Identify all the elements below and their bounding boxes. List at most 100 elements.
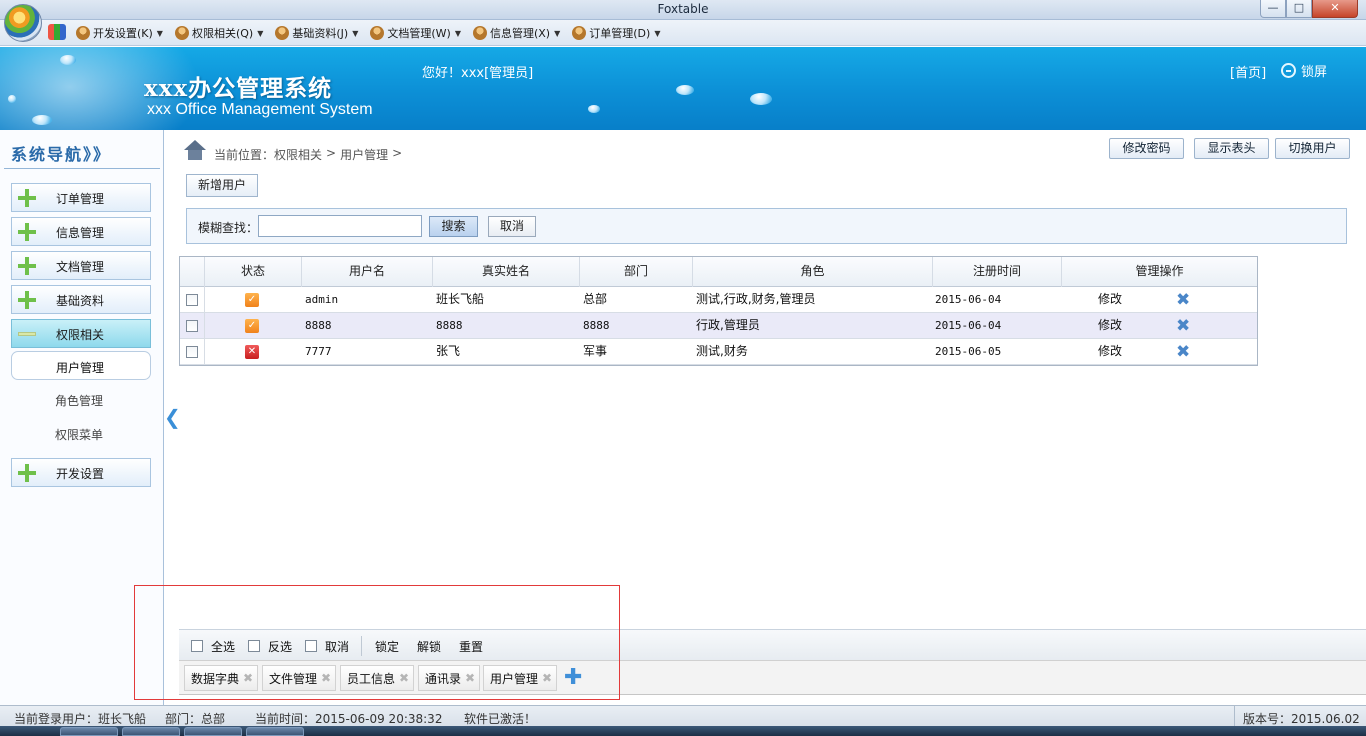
taskbar-item[interactable] xyxy=(122,727,180,736)
sidebar-item-label: 信息管理 xyxy=(56,226,105,240)
select-all-checkbox[interactable] xyxy=(191,640,203,652)
taskbar-item[interactable] xyxy=(246,727,304,736)
status-x-icon: ✕ xyxy=(245,345,259,359)
home-link[interactable]: [首页] xyxy=(1230,62,1266,81)
system-title: xxx办公管理系统 xyxy=(144,75,333,102)
status-check-icon: ✓ xyxy=(245,293,259,307)
close-tab-icon[interactable]: ✖ xyxy=(243,671,253,685)
close-tab-icon[interactable]: ✖ xyxy=(399,671,409,685)
sidebar-item-basic-data[interactable]: 基础资料 xyxy=(11,285,151,314)
status-bar: 当前登录用户：班长飞船 部门：总部 当前时间：2015-06-09 20:38:… xyxy=(0,705,1366,727)
menu-orders[interactable]: 订单管理(D) ▼ xyxy=(568,24,664,42)
show-header-button[interactable]: 显示表头 xyxy=(1194,138,1269,159)
cell-date: 2015-06-04 xyxy=(935,319,1002,332)
row-checkbox[interactable] xyxy=(186,346,198,358)
sidebar-item-permissions[interactable]: 权限相关 xyxy=(11,319,151,348)
title-bar: Foxtable — □ ✕ xyxy=(0,0,1366,20)
quick-access-icon[interactable] xyxy=(48,24,66,40)
menu-permissions[interactable]: 权限相关(Q) ▼ xyxy=(171,24,267,42)
status-activation: 软件已激活！ xyxy=(464,712,537,726)
tab-contacts[interactable]: 通讯录 ✖ xyxy=(418,665,480,691)
cancel-label[interactable]: 取消 xyxy=(325,638,349,655)
menu-dev-settings[interactable]: 开发设置(K) ▼ xyxy=(72,24,167,42)
column-header[interactable]: 注册时间 xyxy=(933,257,1062,287)
delete-x-icon[interactable]: ✖ xyxy=(1176,290,1190,310)
maximize-button[interactable]: □ xyxy=(1286,0,1312,18)
plus-icon xyxy=(18,189,36,207)
change-password-button[interactable]: 修改密码 xyxy=(1109,138,1184,159)
tab-user-management[interactable]: 用户管理 ✖ xyxy=(483,665,557,691)
sidebar-item-dev-settings[interactable]: 开发设置 xyxy=(11,458,151,487)
sidebar-item-label: 基础资料 xyxy=(56,294,105,308)
column-header[interactable]: 状态 xyxy=(205,257,302,287)
reset-button[interactable]: 重置 xyxy=(459,638,483,655)
collapse-sidebar-chevron-left-icon[interactable]: ❮ xyxy=(164,405,181,429)
menu-documents[interactable]: 文档管理(W) ▼ xyxy=(366,24,465,42)
column-header[interactable]: 用户名 xyxy=(302,257,433,287)
menu-information[interactable]: 信息管理(X) ▼ xyxy=(469,24,564,42)
edit-link[interactable]: 修改 xyxy=(1098,339,1122,365)
add-user-button[interactable]: 新增用户 xyxy=(186,174,258,197)
sidebar-subitem-permission-menu[interactable]: 权限菜单 xyxy=(11,419,151,448)
sidebar-item-label: 开发设置 xyxy=(56,467,105,481)
cell-realname: 班长飞船 xyxy=(436,292,485,306)
taskbar-item[interactable] xyxy=(184,727,242,736)
table-row[interactable]: ✓ 8888 8888 8888 行政,管理员 2015-06-04 修改 ✖ xyxy=(180,313,1257,339)
sidebar-item-documents[interactable]: 文档管理 xyxy=(11,251,151,280)
cell-roles: 测试,财务 xyxy=(696,344,748,358)
sidebar-item-orders[interactable]: 订单管理 xyxy=(11,183,151,212)
row-checkbox[interactable] xyxy=(186,294,198,306)
lock-button[interactable]: 锁定 xyxy=(375,638,399,655)
chevron-down-icon: ▼ xyxy=(554,28,561,38)
tab-bar: 数据字典 ✖ 文件管理 ✖ 员工信息 ✖ 通讯录 ✖ 用户管理 ✖ ✚ xyxy=(179,660,1366,695)
tab-file-management[interactable]: 文件管理 ✖ xyxy=(262,665,336,691)
water-drop-icon xyxy=(588,105,600,113)
search-input[interactable] xyxy=(258,215,422,237)
column-header[interactable]: 角色 xyxy=(693,257,933,287)
sidebar-subitem-role-management[interactable]: 角色管理 xyxy=(11,385,151,414)
select-all-label[interactable]: 全选 xyxy=(211,638,235,655)
edit-link[interactable]: 修改 xyxy=(1098,313,1122,339)
column-header[interactable]: 部门 xyxy=(580,257,693,287)
search-button[interactable]: 搜索 xyxy=(429,216,478,237)
user-icon xyxy=(370,26,385,40)
delete-x-icon[interactable]: ✖ xyxy=(1176,316,1190,336)
row-checkbox[interactable] xyxy=(186,320,198,332)
delete-x-icon[interactable]: ✖ xyxy=(1176,342,1190,362)
sidebar-subitem-user-management[interactable]: 用户管理 xyxy=(11,351,151,380)
add-tab-plus-icon[interactable]: ✚ xyxy=(564,666,582,690)
menu-basic-data[interactable]: 基础资料(J) ▼ xyxy=(271,24,362,42)
home-icon xyxy=(184,140,206,160)
table-row[interactable]: ✕ 7777 张飞 军事 测试,财务 2015-06-05 修改 ✖ xyxy=(180,339,1257,365)
cell-username: 7777 xyxy=(305,345,332,358)
unlock-button[interactable]: 解锁 xyxy=(417,638,441,655)
column-header[interactable]: 真实姓名 xyxy=(433,257,580,287)
user-icon xyxy=(572,26,587,40)
close-tab-icon[interactable]: ✖ xyxy=(542,671,552,685)
tab-data-dictionary[interactable]: 数据字典 ✖ xyxy=(184,665,258,691)
tab-employee-info[interactable]: 员工信息 ✖ xyxy=(340,665,414,691)
greeting-text: 您好！xxx[管理员] xyxy=(422,66,534,81)
minimize-button[interactable]: — xyxy=(1260,0,1286,18)
close-tab-icon[interactable]: ✖ xyxy=(465,671,475,685)
sidebar-item-information[interactable]: 信息管理 xyxy=(11,217,151,246)
edit-link[interactable]: 修改 xyxy=(1098,287,1122,313)
invert-label[interactable]: 反选 xyxy=(268,638,292,655)
sidebar-title: 系统导航》》 xyxy=(11,145,112,164)
table-row[interactable]: ✓ admin 班长飞船 总部 测试,行政,财务,管理员 2015-06-04 … xyxy=(180,287,1257,313)
switch-user-button[interactable]: 切换用户 xyxy=(1275,138,1350,159)
system-subtitle: xxx Office Management System xyxy=(147,101,373,118)
cancel-search-button[interactable]: 取消 xyxy=(488,216,536,237)
chevron-down-icon: ▼ xyxy=(352,28,359,38)
table-header: 状态 用户名 真实姓名 部门 角色 注册时间 管理操作 xyxy=(180,257,1257,287)
column-header[interactable]: 管理操作 xyxy=(1062,257,1257,287)
invert-checkbox[interactable] xyxy=(248,640,260,652)
app-menu-orb-icon[interactable] xyxy=(4,4,42,42)
taskbar-item[interactable] xyxy=(60,727,118,736)
lock-screen-button[interactable]: 锁屏 xyxy=(1281,61,1327,80)
close-button[interactable]: ✕ xyxy=(1312,0,1358,18)
water-drop-icon xyxy=(8,95,16,103)
cancel-checkbox[interactable] xyxy=(305,640,317,652)
chevron-down-icon: ▼ xyxy=(654,28,661,38)
close-tab-icon[interactable]: ✖ xyxy=(321,671,331,685)
